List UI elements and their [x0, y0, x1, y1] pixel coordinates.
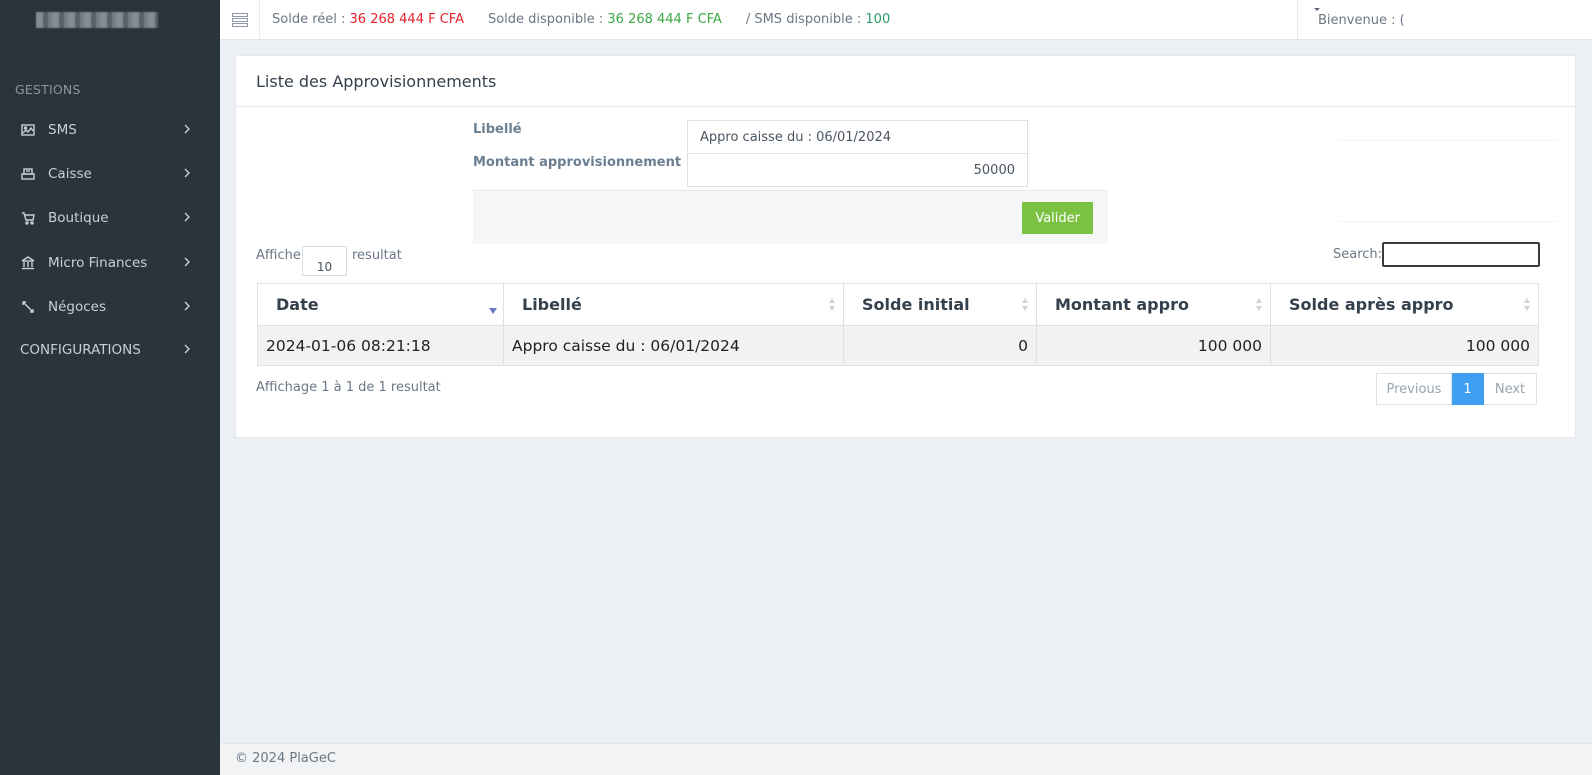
column-header-label: Libellé	[522, 295, 582, 314]
top-bar: Solde réel : 36 268 444 F CFA Solde disp…	[220, 0, 1592, 40]
column-header-date[interactable]: Date	[257, 283, 504, 326]
length-prefix: Affiche	[256, 248, 301, 263]
sidebar-item-caisse[interactable]: Caisse	[0, 154, 220, 194]
sidebar-item-sms[interactable]: SMS	[0, 110, 220, 150]
sidebar-item-label: Boutique	[48, 210, 109, 226]
libelle-label: Libellé	[473, 122, 522, 137]
column-header-solde-initial[interactable]: Solde initial	[843, 283, 1037, 326]
appro-table: Date Libellé Solde initial Montant appro…	[257, 283, 1539, 366]
montant-field[interactable]	[687, 153, 1028, 187]
user-menu[interactable]: Bienvenue : (	[1297, 0, 1405, 40]
solde-reel-label: Solde réel :	[272, 12, 346, 27]
cart-icon	[20, 210, 36, 226]
length-suffix: resultat	[352, 248, 402, 263]
column-header-label: Date	[276, 295, 319, 314]
valider-button[interactable]: Valider	[1022, 202, 1093, 234]
divider	[1338, 221, 1558, 222]
search-label: Search:	[1333, 247, 1383, 262]
sidebar-item-negoces[interactable]: Négoces	[0, 287, 220, 327]
page-1-button[interactable]: 1	[1452, 373, 1484, 405]
libelle-field[interactable]	[687, 120, 1028, 154]
column-header-label: Montant appro	[1055, 295, 1189, 314]
column-header-label: Solde après appro	[1289, 295, 1454, 314]
sidebar-item-label: Micro Finances	[48, 255, 148, 271]
solde-reel-value: 36 268 444 F CFA	[349, 12, 464, 27]
solde-disponible: Solde disponible : 36 268 444 F CFA	[488, 12, 722, 27]
sms-disponible-label: / SMS disponible :	[745, 12, 862, 27]
cell-date: 2024-01-06 08:21:18	[257, 325, 504, 366]
divider	[1338, 140, 1558, 141]
hamburger-icon	[231, 12, 248, 27]
sms-disponible-value: 100	[865, 12, 891, 27]
page-title: Liste des Approvisionnements	[256, 72, 497, 91]
sort-descending-icon	[489, 298, 497, 314]
caret-down-icon	[1314, 8, 1320, 11]
table-row: 2024-01-06 08:21:18 Appro caisse du : 06…	[257, 325, 1539, 366]
brand-logo	[36, 12, 158, 28]
divider	[236, 106, 1575, 107]
sort-icon	[829, 298, 837, 312]
cell-solde-apres-appro: 100 000	[1270, 325, 1539, 366]
sidebar-item-label: Négoces	[48, 299, 106, 315]
solde-disponible-value: 36 268 444 F CFA	[607, 12, 722, 27]
chevron-right-icon	[182, 255, 192, 267]
sort-icon	[1524, 298, 1532, 312]
sidebar: GESTIONS SMS Caisse Boutique Micro Finan…	[0, 0, 220, 775]
solde-disponible-label: Solde disponible :	[487, 12, 604, 27]
pagination: Previous 1 Next	[1376, 373, 1537, 405]
form-actions: Valider	[473, 190, 1108, 244]
image-icon	[20, 122, 36, 138]
footer: © 2024 PlaGeC	[220, 743, 1592, 775]
chevron-right-icon	[182, 166, 192, 178]
montant-label: Montant approvisionnement	[473, 155, 682, 170]
menu-toggle-button[interactable]	[220, 0, 260, 40]
sidebar-item-boutique[interactable]: Boutique	[0, 198, 220, 238]
sidebar-item-label: CONFIGURATIONS	[20, 342, 141, 358]
solde-reel: Solde réel : 36 268 444 F CFA	[272, 12, 464, 27]
table-info: Affichage 1 à 1 de 1 resultat	[256, 380, 441, 395]
exchange-icon	[20, 299, 36, 315]
sort-icon	[1256, 298, 1264, 312]
column-header-solde-apres-appro[interactable]: Solde après appro	[1270, 283, 1539, 326]
sidebar-item-micro-finances[interactable]: Micro Finances	[0, 243, 220, 283]
chevron-right-icon	[182, 299, 192, 311]
sms-disponible: / SMS disponible : 100	[746, 12, 890, 27]
appro-card: Liste des Approvisionnements Libellé Mon…	[235, 55, 1576, 438]
chevron-right-icon	[182, 342, 192, 354]
cash-register-icon	[20, 166, 36, 182]
sidebar-item-label: SMS	[48, 122, 77, 138]
previous-button[interactable]: Previous	[1376, 373, 1452, 405]
chevron-right-icon	[182, 210, 192, 222]
page-length-select[interactable]: 10	[302, 246, 347, 276]
welcome-text: Bienvenue : (	[1318, 12, 1405, 28]
sidebar-item-configurations[interactable]: CONFIGURATIONS	[0, 330, 220, 370]
column-header-montant-appro[interactable]: Montant appro	[1036, 283, 1271, 326]
sidebar-section-title: GESTIONS	[15, 82, 81, 97]
bank-icon	[20, 255, 36, 271]
column-header-label: Solde initial	[862, 295, 970, 314]
table-header-row: Date Libellé Solde initial Montant appro…	[257, 283, 1539, 326]
column-header-libelle[interactable]: Libellé	[503, 283, 844, 326]
sidebar-item-label: Caisse	[48, 166, 92, 182]
cell-solde-initial: 0	[843, 325, 1037, 366]
cell-libelle: Appro caisse du : 06/01/2024	[503, 325, 844, 366]
chevron-right-icon	[182, 122, 192, 134]
search-input[interactable]	[1382, 242, 1540, 267]
cell-montant-appro: 100 000	[1036, 325, 1271, 366]
next-button[interactable]: Next	[1484, 373, 1537, 405]
sort-icon	[1022, 298, 1030, 312]
